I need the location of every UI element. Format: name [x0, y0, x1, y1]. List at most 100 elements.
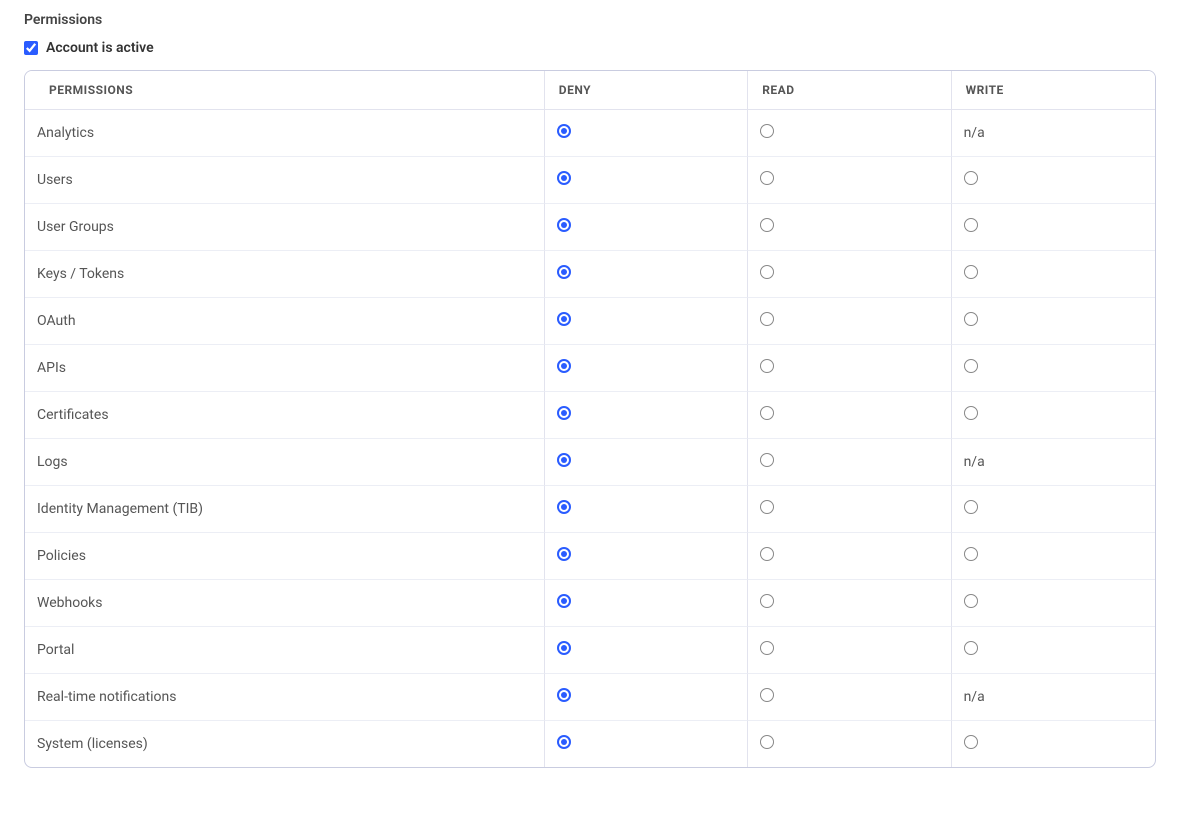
- table-row: Certificates: [25, 392, 1155, 439]
- header-write: WRITE: [952, 71, 1155, 110]
- radio-circle-icon: [557, 453, 571, 467]
- radio-circle-icon: [557, 124, 571, 138]
- table-row: User Groups: [25, 204, 1155, 251]
- radio-read[interactable]: [760, 641, 774, 655]
- cell-read: [748, 110, 951, 157]
- radio-circle-icon: [557, 500, 571, 514]
- table-row: Keys / Tokens: [25, 251, 1155, 298]
- permissions-table: PERMISSIONS DENY READ WRITE Analyticsn/a…: [24, 70, 1156, 768]
- radio-deny[interactable]: [557, 735, 571, 749]
- header-read: READ: [748, 71, 951, 110]
- radio-circle-icon: [557, 547, 571, 561]
- cell-write: [952, 721, 1155, 767]
- cell-deny: [545, 110, 748, 157]
- radio-deny[interactable]: [557, 171, 571, 185]
- radio-write[interactable]: [964, 171, 978, 185]
- radio-read[interactable]: [760, 594, 774, 608]
- section-title: Permissions: [24, 12, 1156, 28]
- radio-deny[interactable]: [557, 312, 571, 326]
- permission-name: Identity Management (TIB): [25, 486, 545, 533]
- radio-circle-icon: [557, 406, 571, 420]
- radio-write[interactable]: [964, 547, 978, 561]
- cell-deny: [545, 674, 748, 721]
- radio-read[interactable]: [760, 359, 774, 373]
- header-deny: DENY: [545, 71, 748, 110]
- radio-write[interactable]: [964, 735, 978, 749]
- radio-deny[interactable]: [557, 124, 571, 138]
- radio-circle-icon: [964, 735, 978, 749]
- table-row: Analyticsn/a: [25, 110, 1155, 157]
- radio-circle-icon: [964, 500, 978, 514]
- radio-read[interactable]: [760, 265, 774, 279]
- cell-write-na: n/a: [952, 439, 1155, 486]
- account-active-label[interactable]: Account is active: [46, 40, 154, 56]
- radio-deny[interactable]: [557, 265, 571, 279]
- radio-read[interactable]: [760, 735, 774, 749]
- permission-name: APIs: [25, 345, 545, 392]
- radio-deny[interactable]: [557, 500, 571, 514]
- radio-circle-icon: [557, 312, 571, 326]
- cell-read: [748, 486, 951, 533]
- cell-deny: [545, 439, 748, 486]
- radio-read[interactable]: [760, 688, 774, 702]
- cell-read: [748, 345, 951, 392]
- cell-deny: [545, 486, 748, 533]
- radio-deny[interactable]: [557, 641, 571, 655]
- radio-read[interactable]: [760, 218, 774, 232]
- cell-write-na: n/a: [952, 110, 1155, 157]
- radio-read[interactable]: [760, 171, 774, 185]
- cell-write: [952, 392, 1155, 439]
- table-row: Policies: [25, 533, 1155, 580]
- radio-write[interactable]: [964, 218, 978, 232]
- table-row: Real-time notificationsn/a: [25, 674, 1155, 721]
- cell-read: [748, 251, 951, 298]
- radio-write[interactable]: [964, 406, 978, 420]
- cell-deny: [545, 721, 748, 767]
- radio-write[interactable]: [964, 359, 978, 373]
- table-row: OAuth: [25, 298, 1155, 345]
- radio-circle-icon: [964, 359, 978, 373]
- radio-deny[interactable]: [557, 406, 571, 420]
- header-permissions: PERMISSIONS: [25, 71, 545, 110]
- table-row: Portal: [25, 627, 1155, 674]
- radio-circle-icon: [964, 312, 978, 326]
- radio-circle-icon: [964, 265, 978, 279]
- cell-write: [952, 157, 1155, 204]
- cell-deny: [545, 157, 748, 204]
- radio-deny[interactable]: [557, 359, 571, 373]
- permission-name: Users: [25, 157, 545, 204]
- radio-write[interactable]: [964, 594, 978, 608]
- radio-read[interactable]: [760, 500, 774, 514]
- cell-read: [748, 580, 951, 627]
- radio-write[interactable]: [964, 641, 978, 655]
- radio-read[interactable]: [760, 406, 774, 420]
- na-text: n/a: [964, 125, 985, 141]
- radio-circle-icon: [557, 735, 571, 749]
- radio-write[interactable]: [964, 265, 978, 279]
- table-row: Logs n/a: [25, 439, 1155, 486]
- table-row: Webhooks: [25, 580, 1155, 627]
- radio-read[interactable]: [760, 547, 774, 561]
- radio-write[interactable]: [964, 500, 978, 514]
- permission-name: Logs: [25, 439, 545, 486]
- radio-deny[interactable]: [557, 547, 571, 561]
- permission-name: Keys / Tokens: [25, 251, 545, 298]
- account-active-checkbox[interactable]: [24, 41, 38, 55]
- radio-deny[interactable]: [557, 594, 571, 608]
- na-text: n/a: [964, 454, 985, 470]
- table-row: Users: [25, 157, 1155, 204]
- radio-circle-icon: [964, 218, 978, 232]
- radio-deny[interactable]: [557, 453, 571, 467]
- cell-read: [748, 674, 951, 721]
- permission-name: Policies: [25, 533, 545, 580]
- radio-deny[interactable]: [557, 218, 571, 232]
- table-row: Identity Management (TIB): [25, 486, 1155, 533]
- radio-circle-icon: [964, 171, 978, 185]
- radio-read[interactable]: [760, 453, 774, 467]
- radio-read[interactable]: [760, 124, 774, 138]
- radio-write[interactable]: [964, 312, 978, 326]
- radio-deny[interactable]: [557, 688, 571, 702]
- table-row: System (licenses): [25, 721, 1155, 767]
- radio-read[interactable]: [760, 312, 774, 326]
- radio-circle-icon: [964, 406, 978, 420]
